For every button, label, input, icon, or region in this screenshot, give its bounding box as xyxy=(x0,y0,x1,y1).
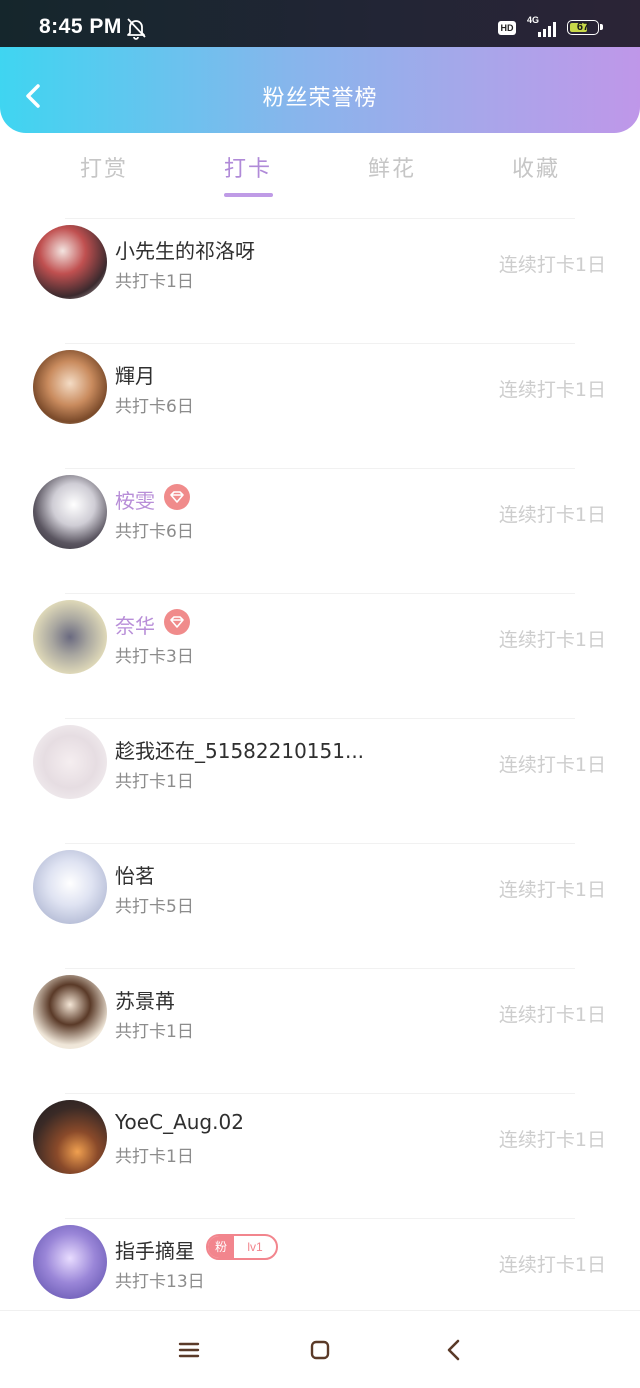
user-name[interactable]: 輝月 xyxy=(115,360,155,389)
tab-reward[interactable]: 打赏 xyxy=(54,151,154,183)
battery-icon: 67 xyxy=(567,20,603,35)
fan-level-badge: 粉 lv1 xyxy=(206,1234,278,1260)
divider xyxy=(65,718,575,719)
total-checkins: 共打卡1日 xyxy=(115,1022,194,1042)
status-bar: 8:45 PM HD 4G 67 xyxy=(0,0,640,47)
user-name[interactable]: 指手摘星 xyxy=(115,1235,195,1264)
tab-flowers[interactable]: 鲜花 xyxy=(342,151,442,183)
streak-days: 连续打卡1日 xyxy=(498,379,606,401)
header-bar: 8:45 PM HD 4G 67 粉丝荣誉榜 xyxy=(0,0,640,133)
diamond-icon xyxy=(164,609,190,635)
fan-badge-level: lv1 xyxy=(247,1240,263,1254)
list-item[interactable]: YoeC_Aug.02 共打卡1日 连续打卡1日 xyxy=(0,1088,640,1213)
list-item[interactable]: 輝月 共打卡6日 连续打卡1日 xyxy=(0,338,640,463)
total-checkins: 共打卡1日 xyxy=(115,1147,194,1167)
list-item[interactable]: 苏景苒 共打卡1日 连续打卡1日 xyxy=(0,963,640,1088)
avatar[interactable] xyxy=(33,350,107,424)
avatar[interactable] xyxy=(33,1100,107,1174)
back-icon[interactable] xyxy=(442,1337,468,1363)
avatar[interactable] xyxy=(33,975,107,1049)
tab-bar: 打赏 打卡 鲜花 收藏 xyxy=(0,133,640,213)
divider xyxy=(65,1218,575,1219)
user-name[interactable]: 苏景苒 xyxy=(115,985,175,1014)
divider xyxy=(65,968,575,969)
streak-days: 连续打卡1日 xyxy=(498,629,606,651)
divider xyxy=(65,593,575,594)
fan-badge-label: 粉 xyxy=(208,1236,234,1258)
streak-days: 连续打卡1日 xyxy=(498,754,606,776)
total-checkins: 共打卡5日 xyxy=(115,897,194,917)
avatar[interactable] xyxy=(33,600,107,674)
streak-days: 连续打卡1日 xyxy=(498,254,606,276)
divider xyxy=(65,843,575,844)
page-title: 粉丝荣誉榜 xyxy=(262,86,378,111)
list-item[interactable]: 怡茗 共打卡5日 连续打卡1日 xyxy=(0,838,640,963)
total-checkins: 共打卡6日 xyxy=(115,522,194,542)
avatar[interactable] xyxy=(33,1225,107,1299)
battery-level: 67 xyxy=(576,21,590,33)
status-time: 8:45 PM xyxy=(39,15,122,38)
diamond-icon xyxy=(164,484,190,510)
streak-days: 连续打卡1日 xyxy=(498,1254,606,1276)
hd-icon: HD xyxy=(498,21,516,35)
list-item[interactable]: 奈华 共打卡3日 连续打卡1日 xyxy=(0,588,640,713)
tab-checkin[interactable]: 打卡 xyxy=(198,151,298,183)
tab-favorites[interactable]: 收藏 xyxy=(486,151,586,183)
streak-days: 连续打卡1日 xyxy=(498,1129,606,1151)
user-name[interactable]: 奈华 xyxy=(115,610,155,639)
total-checkins: 共打卡1日 xyxy=(115,272,194,292)
system-nav-bar xyxy=(0,1310,640,1388)
user-name[interactable]: 小先生的祁洛呀 xyxy=(115,235,255,264)
list-item[interactable]: 桉雯 共打卡6日 连续打卡1日 xyxy=(0,463,640,588)
user-name[interactable]: YoeC_Aug.02 xyxy=(115,1110,244,1134)
streak-days: 连续打卡1日 xyxy=(498,879,606,901)
divider xyxy=(65,343,575,344)
user-name[interactable]: 怡茗 xyxy=(115,860,155,889)
avatar[interactable] xyxy=(33,850,107,924)
total-checkins: 共打卡13日 xyxy=(115,1272,205,1292)
streak-days: 连续打卡1日 xyxy=(498,504,606,526)
home-icon[interactable] xyxy=(307,1337,333,1363)
menu-icon[interactable] xyxy=(176,1337,202,1363)
user-name[interactable]: 趁我还在_51582210151... xyxy=(115,735,364,764)
avatar[interactable] xyxy=(33,225,107,299)
tab-indicator xyxy=(224,193,273,197)
divider xyxy=(65,468,575,469)
list-item[interactable]: 趁我还在_51582210151... 共打卡1日 连续打卡1日 xyxy=(0,713,640,838)
total-checkins: 共打卡1日 xyxy=(115,772,194,792)
streak-days: 连续打卡1日 xyxy=(498,1004,606,1026)
list-item[interactable]: 小先生的祁洛呀 共打卡1日 连续打卡1日 xyxy=(0,213,640,338)
total-checkins: 共打卡3日 xyxy=(115,647,194,667)
total-checkins: 共打卡6日 xyxy=(115,397,194,417)
bell-off-icon xyxy=(127,18,146,40)
signal-icon xyxy=(538,22,556,37)
user-name[interactable]: 桉雯 xyxy=(115,485,155,514)
divider xyxy=(65,1093,575,1094)
avatar[interactable] xyxy=(33,725,107,799)
avatar[interactable] xyxy=(33,475,107,549)
divider xyxy=(65,218,575,219)
